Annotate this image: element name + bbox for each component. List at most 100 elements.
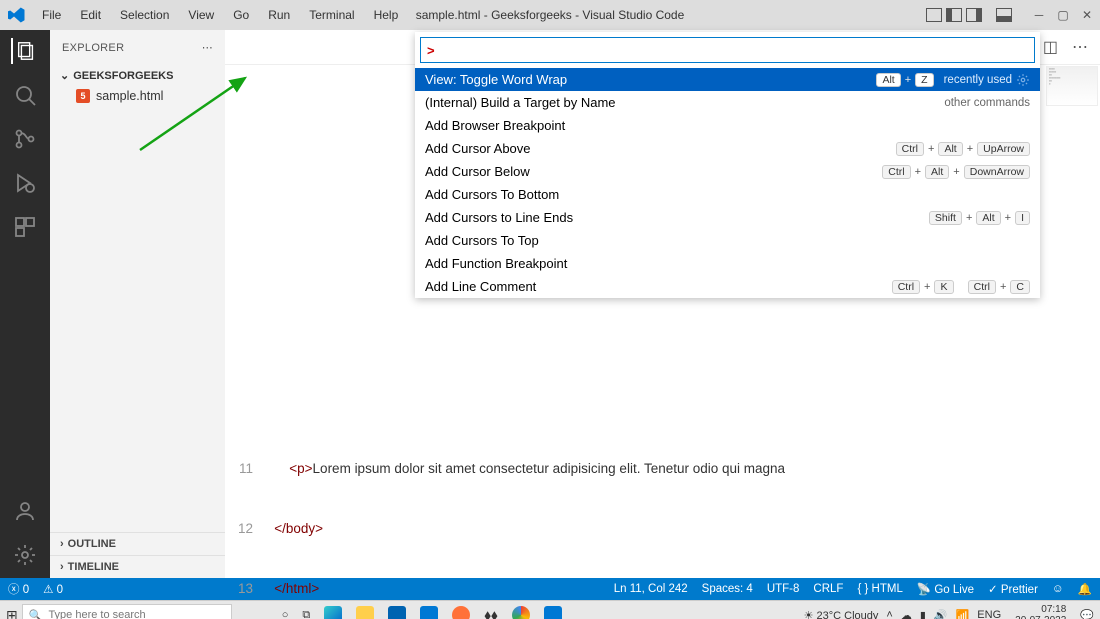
window-title: sample.html - Geeksforgeeks - Visual Stu… — [416, 8, 685, 22]
run-debug-icon[interactable] — [12, 170, 38, 196]
key: Alt — [976, 211, 1000, 225]
key: Ctrl — [896, 142, 924, 156]
activity-bar — [0, 30, 50, 578]
key: K — [934, 280, 953, 294]
palette-item[interactable]: Add Browser Breakpoint — [415, 114, 1040, 137]
line-number: 11 — [233, 459, 263, 479]
key: Shift — [929, 211, 962, 225]
key: DownArrow — [964, 165, 1030, 179]
palette-item[interactable]: Add Cursors To Bottom — [415, 183, 1040, 206]
editor-more-icon[interactable]: ⋯ — [1072, 37, 1088, 57]
palette-item-label: (Internal) Build a Target by Name — [425, 95, 616, 110]
key: Alt — [938, 142, 962, 156]
menu-terminal[interactable]: Terminal — [301, 4, 362, 26]
split-editor-icon[interactable]: ◫ — [1043, 37, 1058, 57]
gear-icon[interactable] — [1016, 73, 1030, 87]
palette-item-label: Add Function Breakpoint — [425, 256, 567, 271]
explorer-more-icon[interactable]: ⋯ — [202, 41, 213, 54]
menu-run[interactable]: Run — [260, 4, 298, 26]
extensions-icon[interactable] — [12, 214, 38, 240]
key: Z — [915, 73, 933, 87]
explorer-icon[interactable] — [11, 38, 37, 64]
palette-item-label: Add Browser Breakpoint — [425, 118, 565, 133]
menu-help[interactable]: Help — [366, 4, 407, 26]
start-button[interactable]: ⊞ — [6, 607, 18, 619]
menu-file[interactable]: File — [34, 4, 69, 26]
minimap[interactable]: ▀▀▀▀▀▀▀▀▀▀▀▀▀▀▀▀▀▀▀▀▀▀ — [1046, 66, 1098, 106]
status-errors[interactable]: ⓧ 0 — [8, 581, 29, 597]
maximize-button[interactable]: ▢ — [1056, 8, 1070, 22]
explorer-sidebar: EXPLORER ⋯ ⌄ GEEKSFORGEEKS 5 sample.html… — [50, 30, 225, 578]
editor-area: ▷ ◫ ⋯ ▀▀▀▀▀▀▀▀▀▀▀▀▀▀▀▀▀▀▀▀▀▀ > View: Tog… — [225, 30, 1100, 578]
close-button[interactable]: ✕ — [1080, 8, 1094, 22]
palette-item[interactable]: (Internal) Build a Target by Name other c… — [415, 91, 1040, 114]
folder-name: GEEKSFORGEEKS — [73, 70, 173, 82]
layout-controls[interactable] — [926, 8, 1012, 22]
code-tag: </body> — [274, 519, 323, 539]
search-icon: 🔍 — [29, 609, 43, 619]
palette-item-label: Add Cursors to Line Ends — [425, 210, 573, 225]
code-tag: <p> — [289, 459, 312, 479]
palette-item-label: Add Cursor Above — [425, 141, 531, 156]
key: C — [1010, 280, 1030, 294]
key: UpArrow — [977, 142, 1030, 156]
minimize-button[interactable]: ─ — [1032, 8, 1046, 22]
palette-item[interactable]: Add Cursors to Line EndsShift+Alt+I — [415, 206, 1040, 229]
menu-bar: File Edit Selection View Go Run Terminal… — [34, 4, 406, 26]
search-icon[interactable] — [12, 82, 38, 108]
code-tag: </html> — [274, 579, 319, 599]
folder-header[interactable]: ⌄ GEEKSFORGEEKS — [50, 65, 225, 86]
key: Alt — [925, 165, 949, 179]
line-number: 12 — [233, 519, 263, 539]
explorer-title: EXPLORER — [62, 42, 124, 54]
palette-item-label: Add Cursors To Bottom — [425, 187, 559, 202]
key: Ctrl — [892, 280, 920, 294]
error-count: 0 — [23, 584, 29, 596]
outline-section[interactable]: › OUTLINE — [50, 532, 225, 555]
palette-item[interactable]: Add Cursor BelowCtrl+Alt+DownArrow — [415, 160, 1040, 183]
file-item-sample[interactable]: 5 sample.html — [50, 86, 225, 106]
palette-hint: other commands — [944, 97, 1030, 109]
timeline-section[interactable]: › TIMELINE — [50, 555, 225, 578]
line-number: 13 — [233, 579, 263, 599]
palette-item[interactable]: Add Function Breakpoint — [415, 252, 1040, 275]
taskbar-search[interactable]: 🔍 Type here to search — [22, 604, 232, 619]
account-icon[interactable] — [12, 498, 38, 524]
titlebar: File Edit Selection View Go Run Terminal… — [0, 0, 1100, 30]
chevron-right-icon: › — [60, 538, 64, 550]
warning-count: 0 — [57, 584, 63, 596]
palette-item-label: Add Cursor Below — [425, 164, 530, 179]
status-warnings[interactable]: ⚠ 0 — [43, 582, 63, 596]
html5-icon: 5 — [76, 89, 90, 103]
palette-item-toggle-word-wrap[interactable]: View: Toggle Word Wrap Alt+Zrecently use… — [415, 68, 1040, 91]
key: Ctrl — [882, 165, 910, 179]
chevron-down-icon: ⌄ — [60, 69, 69, 82]
key: I — [1015, 211, 1030, 225]
code-text: Lorem ipsum dolor sit amet consectetur a… — [313, 459, 786, 479]
menu-selection[interactable]: Selection — [112, 4, 177, 26]
outline-label: OUTLINE — [68, 538, 116, 550]
key: Alt — [876, 73, 900, 87]
command-palette-list: View: Toggle Word Wrap Alt+Zrecently use… — [415, 68, 1040, 298]
search-placeholder: Type here to search — [48, 609, 145, 619]
palette-item[interactable]: Add Cursors To Top — [415, 229, 1040, 252]
palette-hint: recently used — [944, 74, 1012, 86]
menu-go[interactable]: Go — [225, 4, 257, 26]
palette-item[interactable]: Add Cursor AboveCtrl+Alt+UpArrow — [415, 137, 1040, 160]
settings-gear-icon[interactable] — [12, 542, 38, 568]
input-prefix: > — [427, 43, 435, 58]
command-palette: > View: Toggle Word Wrap Alt+Zrecently u… — [415, 32, 1040, 298]
chevron-right-icon: › — [60, 561, 64, 573]
key: Ctrl — [968, 280, 996, 294]
menu-edit[interactable]: Edit — [72, 4, 109, 26]
palette-item-label: Add Cursors To Top — [425, 233, 539, 248]
command-palette-input-wrap[interactable]: > — [420, 37, 1035, 63]
menu-view[interactable]: View — [180, 4, 222, 26]
source-control-icon[interactable] — [12, 126, 38, 152]
vscode-icon — [8, 6, 26, 24]
timeline-label: TIMELINE — [68, 561, 119, 573]
file-name: sample.html — [96, 89, 163, 103]
command-palette-input[interactable] — [437, 43, 1028, 58]
palette-item-label: Add Line Comment — [425, 279, 536, 294]
palette-item[interactable]: Add Line CommentCtrl+K Ctrl+C — [415, 275, 1040, 298]
